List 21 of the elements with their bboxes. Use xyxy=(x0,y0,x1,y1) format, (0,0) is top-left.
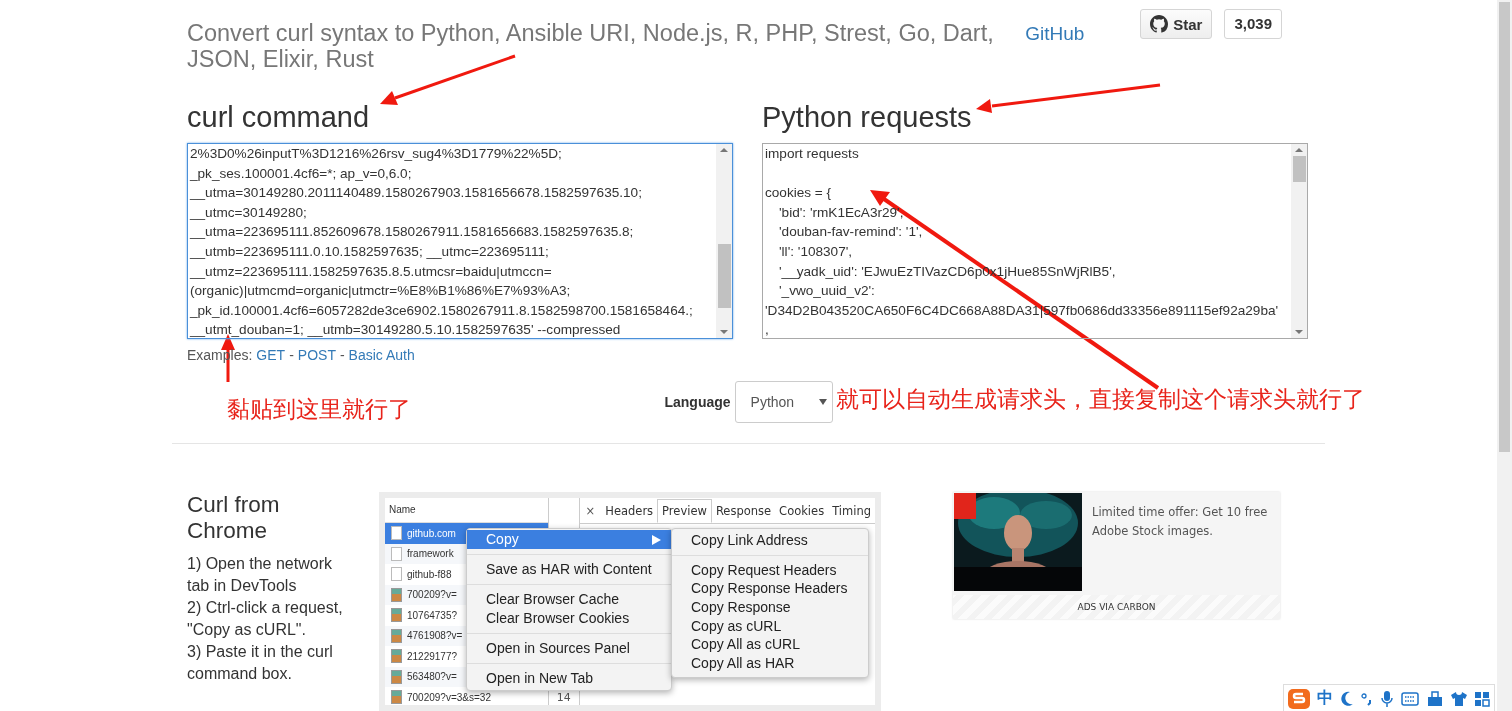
code-line: 'douban-fav-remind': '1', xyxy=(778,223,924,242)
code-line: 'bid': 'rmK1EcA3r29', xyxy=(778,203,905,222)
separator-text: - xyxy=(339,347,345,363)
instruction-step: 2) Ctrl-click a request, "Copy as cURL". xyxy=(187,597,347,641)
instruction-step: 3) Paste it in the curl command box. xyxy=(187,641,347,685)
annotation-text: 黏贴到这里就行了 xyxy=(227,395,411,424)
separator-text: - xyxy=(289,347,294,363)
code-line: 'll': '108307', xyxy=(778,242,854,261)
star-count: 3,039 xyxy=(1224,9,1282,39)
instruction-step: 1) Open the network tab in DevTools xyxy=(187,553,347,597)
code-line: , xyxy=(765,321,770,338)
section-heading: Curl from Chrome xyxy=(187,492,281,544)
section-heading: Python requests xyxy=(762,100,973,134)
annotation-text: 就可以自动生成请求头，直接复制这个请求头就行了 xyxy=(836,385,1365,414)
code-line: import requests xyxy=(765,145,860,163)
language-label: Language xyxy=(664,394,731,410)
code-line: cookies = { xyxy=(765,184,833,203)
size-cell: 14 xyxy=(556,690,571,704)
section-heading: curl command xyxy=(187,100,371,134)
code-line: '_vwo_uuid_v2': xyxy=(778,282,876,301)
page-title: Convert curl syntax to Python, Ansible URI, Node.js, R, PHP, Strest, Go, Dart, JSON, Elixir, Rust xyxy=(187,20,995,72)
